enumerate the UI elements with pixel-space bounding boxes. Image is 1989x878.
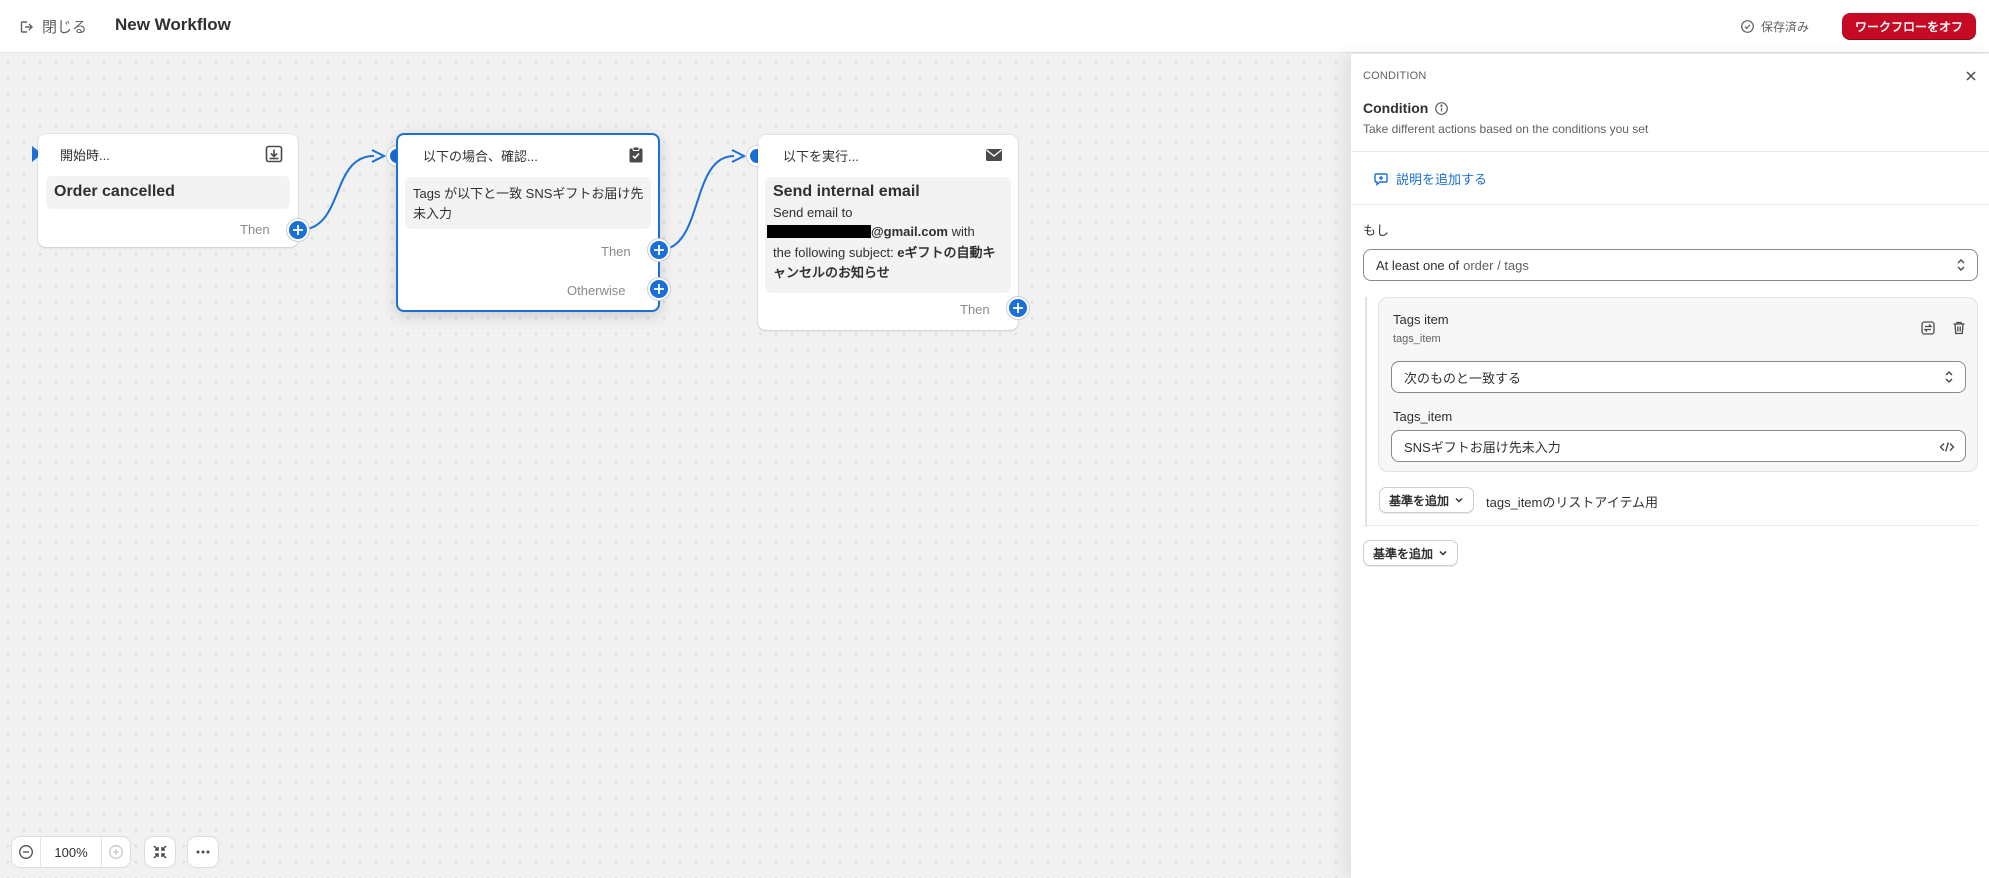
recipient-domain: @gmail.com (871, 224, 948, 239)
clipboard-check-icon (629, 146, 643, 163)
trigger-event-name: Order cancelled (54, 183, 175, 200)
action-subject-line: the following subject: eギフトの自動キャンセルのお知らせ (773, 243, 1005, 283)
criteria-indent-line (1365, 297, 1367, 527)
zoom-controls: 100% (12, 837, 130, 867)
add-criterion-inner-label: 基準を追加 (1389, 493, 1450, 508)
condition-then-label: Then (601, 244, 631, 259)
plus-icon (654, 284, 664, 294)
trigger-node-header: 開始時... (60, 148, 110, 163)
condition-node-body: Tags が以下と一致 SNSギフトお届け先未入力 (405, 177, 651, 229)
saved-label: 保存済み (1761, 20, 1810, 34)
add-criterion-inner-button[interactable]: 基準を追加 (1379, 487, 1475, 513)
condition-summary: Tags が以下と一致 SNSギフトお届け先未入力 (413, 186, 644, 221)
add-step-button[interactable] (287, 219, 309, 241)
workflow-title[interactable]: New Workflow (115, 15, 231, 35)
zoom-level[interactable]: 100% (40, 837, 102, 867)
add-description-label: 説明を追加する (1396, 172, 1488, 187)
add-criterion-outer-label: 基準を追加 (1373, 546, 1434, 561)
criterion-subtitle: tags_item (1393, 333, 1441, 345)
zoom-out-button[interactable] (12, 837, 40, 867)
chat-plus-icon (1374, 172, 1388, 186)
panel-title-text: Condition (1363, 100, 1429, 116)
recipient-suffix: with (947, 224, 975, 239)
action-recipient-line: @gmail.com with (767, 224, 975, 239)
chevron-down-icon (1439, 550, 1447, 556)
mail-icon (986, 149, 1002, 161)
collapse-icon (153, 845, 167, 859)
code-icon[interactable] (1939, 439, 1955, 455)
quantifier-path: order / tags (1463, 257, 1529, 273)
panel-title: Condition (1363, 100, 1449, 116)
add-description-link[interactable]: 説明を追加する (1373, 169, 1487, 188)
panel-subtitle: Take different actions based on the cond… (1363, 122, 1649, 136)
close-label: 閉じる (42, 19, 88, 36)
ellipsis-icon (196, 850, 210, 854)
tags-item-input[interactable]: SNSギフトお届け先未入力 (1391, 430, 1966, 462)
action-then-label: Then (960, 302, 990, 317)
save-status: 保存済み (1740, 18, 1809, 35)
divider (1351, 151, 1989, 152)
trash-icon[interactable] (1951, 320, 1967, 336)
turn-off-workflow-button[interactable]: ワークフローをオフ (1842, 13, 1976, 40)
more-options-button[interactable] (188, 837, 218, 867)
condition-otherwise-label: Otherwise (567, 283, 626, 298)
plus-icon (654, 245, 664, 255)
check-circle-icon (1741, 20, 1754, 33)
panel-kicker: CONDITION (1363, 70, 1427, 82)
criterion-card: Tags item tags_item 次のものと一致する Tags_item … (1378, 297, 1978, 472)
action-line-send-to: Send email to (773, 205, 853, 220)
plus-icon (293, 225, 303, 235)
add-otherwise-step-button[interactable] (648, 278, 670, 300)
action-title: Send internal email (773, 183, 920, 200)
close-button[interactable]: 閉じる (18, 16, 87, 37)
tags-item-label: Tags_item (1393, 409, 1453, 424)
exit-icon (20, 20, 33, 33)
chevron-down-icon (1455, 497, 1463, 503)
tags-item-value: SNSギフトお届け先未入力 (1404, 439, 1561, 455)
close-panel-icon[interactable] (1963, 68, 1979, 84)
condition-node-header: 以下の場合、確認... (423, 149, 538, 164)
criterion-title: Tags item (1393, 312, 1449, 327)
divider (1363, 525, 1978, 526)
select-chevron-icon (1957, 259, 1965, 271)
condition-panel: CONDITION Condition Take different actio… (1350, 54, 1989, 878)
trigger-node-body: Order cancelled (46, 176, 290, 209)
operator-select[interactable]: 次のものと一致する (1391, 361, 1966, 393)
plus-icon (1013, 303, 1023, 313)
plus-circle-icon (109, 845, 123, 859)
select-chevron-icon (1945, 371, 1953, 383)
operator-value: 次のものと一致する (1404, 370, 1522, 386)
subject-prefix: the following subject: (773, 245, 898, 260)
top-bar: 閉じる New Workflow 保存済み ワークフローをオフ (0, 0, 1989, 53)
add-then-step-button[interactable] (648, 239, 670, 261)
zoom-in-button[interactable] (102, 837, 130, 867)
divider (1351, 204, 1989, 205)
download-icon (265, 145, 283, 163)
if-label: もし (1363, 223, 1390, 238)
condition-node[interactable]: 以下の場合、確認... Tags が以下と一致 SNSギフトお届け先未入力 Th… (396, 133, 660, 312)
list-item-note: tags_itemのリストアイテム用 (1486, 495, 1659, 510)
trigger-node[interactable]: 開始時... Order cancelled Then (38, 134, 298, 247)
action-node-body: Send internal email Send email to @gmail… (765, 177, 1011, 293)
redacted-email (767, 225, 871, 238)
workflow-canvas[interactable]: 開始時... Order cancelled Then 以下の場合、確認... … (0, 54, 1350, 878)
fit-view-button[interactable] (145, 837, 175, 867)
trigger-then-label: Then (240, 222, 270, 237)
quantifier-select[interactable]: At least one of order / tags (1363, 249, 1978, 281)
quantifier-strong: At least one of (1376, 257, 1460, 273)
action-node-header: 以下を実行... (783, 149, 859, 164)
swap-icon[interactable] (1920, 320, 1936, 336)
info-icon[interactable] (1434, 101, 1449, 116)
minus-circle-icon (19, 845, 33, 859)
add-criterion-outer-button[interactable]: 基準を追加 (1363, 540, 1459, 566)
action-node[interactable]: 以下を実行... Send internal email Send email … (758, 135, 1018, 330)
add-next-step-button[interactable] (1007, 297, 1029, 319)
